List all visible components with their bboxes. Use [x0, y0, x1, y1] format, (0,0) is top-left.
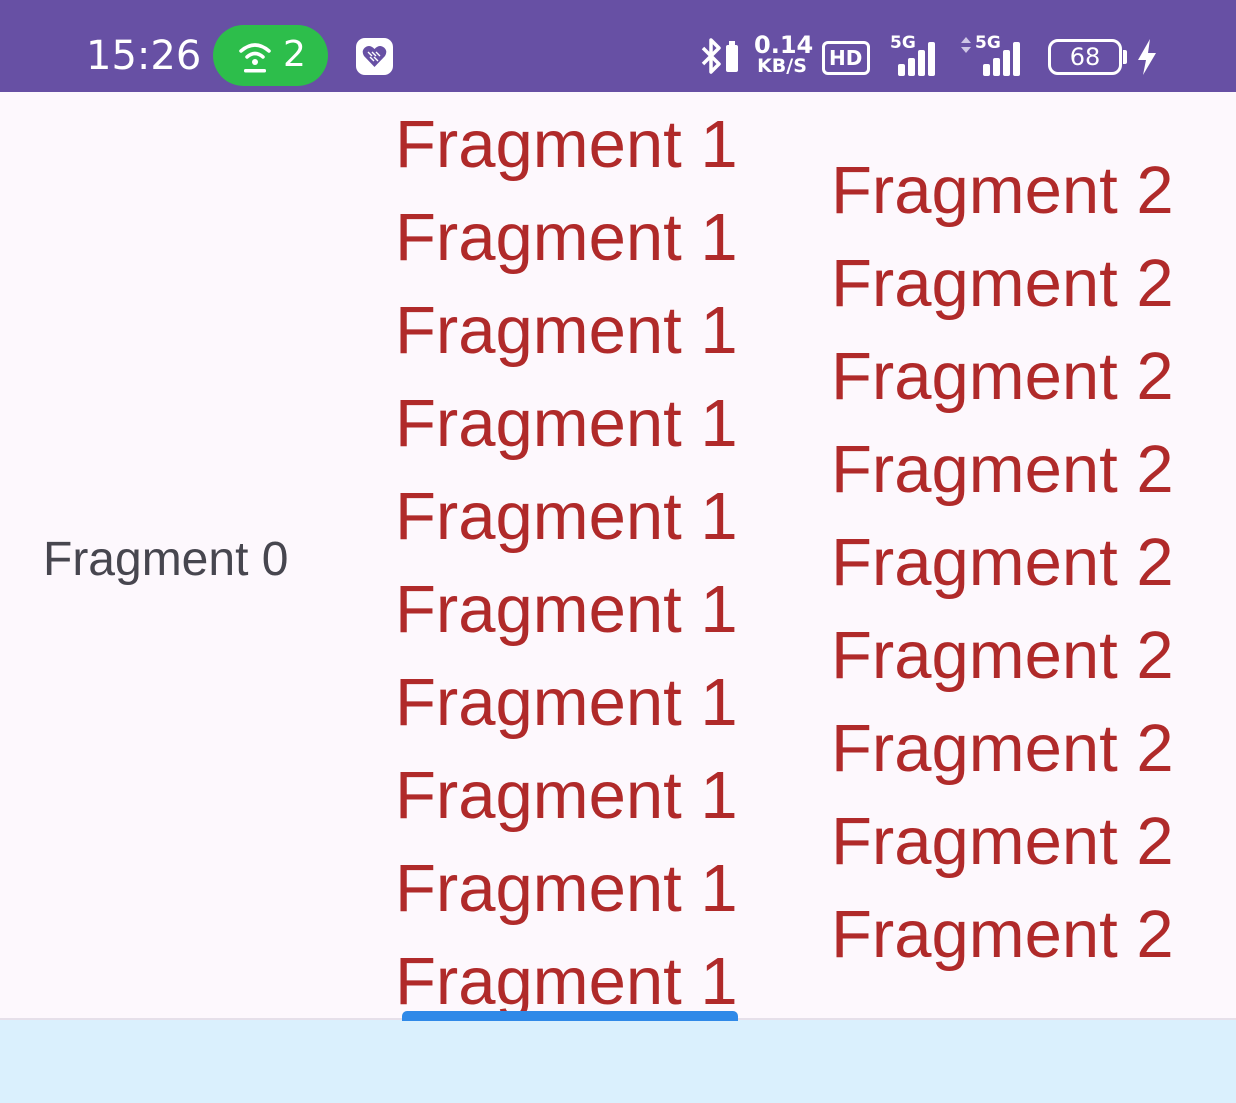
fragment-1-item: Fragment 1: [395, 758, 738, 833]
charging-icon: [1138, 39, 1156, 75]
fragment-0-label: Fragment 0: [43, 533, 289, 586]
fragment-2-item: Fragment 2: [831, 432, 1174, 507]
hotspot-icon: [239, 43, 271, 73]
fragment-2-item: Fragment 2: [831, 246, 1174, 321]
app-notification-icon: [356, 38, 393, 75]
network-speed: 0.14 KB/S: [754, 31, 814, 77]
hotspot-count: 2: [283, 34, 306, 75]
battery-icon: 68: [1048, 39, 1122, 75]
fragment-1-list[interactable]: Fragment 1 Fragment 1 Fragment 1 Fragmen…: [395, 98, 738, 1018]
fragment-1-item: Fragment 1: [395, 572, 738, 647]
fragment-1-item: Fragment 1: [395, 293, 738, 368]
signal-strength-icon-2: 5G: [975, 34, 1035, 76]
hd-voice-badge: HD: [822, 41, 870, 75]
fragment-2-item: Fragment 2: [831, 525, 1174, 600]
fragment-2-list[interactable]: Fragment 2 Fragment 2 Fragment 2 Fragmen…: [831, 144, 1174, 981]
fragment-2-item: Fragment 2: [831, 804, 1174, 879]
fragment-2-item: Fragment 2: [831, 618, 1174, 693]
signal-strength-icon: 5G: [890, 34, 950, 76]
fragment-1-item: Fragment 1: [395, 665, 738, 740]
fragment-1-item: Fragment 1: [395, 851, 738, 926]
battery-nub: [1123, 50, 1127, 64]
status-bar: 15:26 2 0.14 KB/S HD 5G 5G 68: [0, 0, 1236, 92]
fragment-2-item: Fragment 2: [831, 339, 1174, 414]
tab-indicator: [402, 1011, 738, 1021]
fragment-2-item: Fragment 2: [831, 153, 1174, 228]
fragment-1-item: Fragment 1: [395, 479, 738, 554]
data-activity-icon: [961, 37, 971, 53]
fragment-1-item: Fragment 1: [395, 944, 738, 1018]
clock: 15:26: [86, 33, 202, 79]
fragment-1-item: Fragment 1: [395, 386, 738, 461]
fragment-container: Fragment 0 Fragment 1 Fragment 1 Fragmen…: [0, 92, 1236, 1018]
fragment-2-item: Fragment 2: [831, 897, 1174, 972]
fragment-2-item: Fragment 2: [831, 711, 1174, 786]
fragment-1-item: Fragment 1: [395, 107, 738, 182]
bluetooth-battery-icon: [701, 38, 738, 74]
bottom-navigation-bar[interactable]: [0, 1018, 1236, 1103]
fragment-1-item: Fragment 1: [395, 200, 738, 275]
hotspot-indicator[interactable]: 2: [213, 25, 328, 86]
